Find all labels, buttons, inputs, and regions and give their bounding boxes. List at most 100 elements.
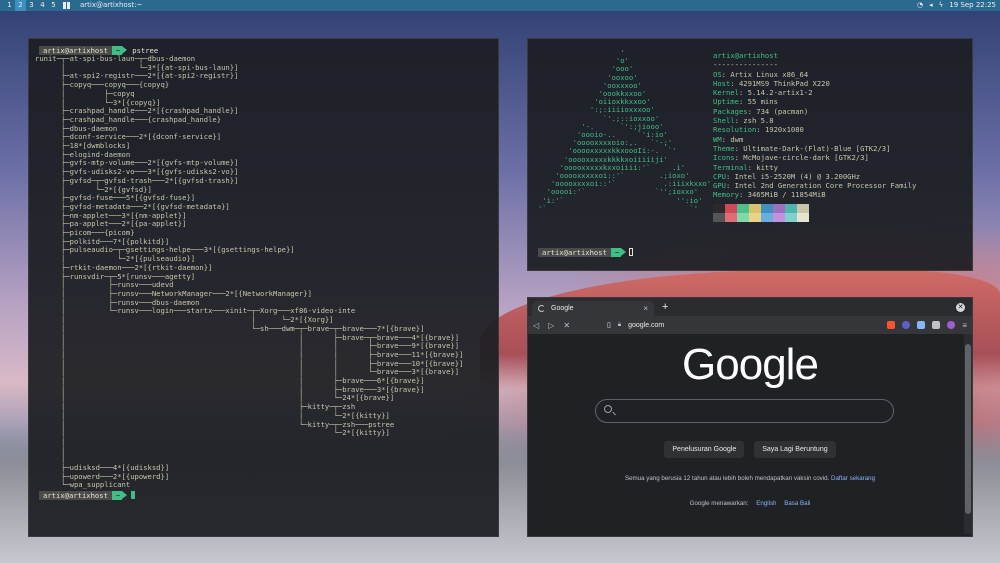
workspace-5[interactable]: 5 — [48, 0, 59, 11]
tab-google[interactable]: Google × — [532, 301, 654, 316]
prompt-dir: ~ — [610, 247, 627, 257]
offered-in-label: Google menawarkan: — [689, 500, 749, 507]
workspace-1[interactable]: 1 — [4, 0, 15, 11]
search-icon — [604, 405, 612, 413]
language-offer: Google menawarkan: English Basa Bali — [528, 500, 972, 507]
avatar[interactable] — [947, 321, 956, 329]
battery-icon: ϟ — [938, 1, 944, 9]
color-swatch — [737, 203, 749, 213]
lang-bali-link[interactable]: Basa Bali — [784, 500, 810, 507]
color-swatch — [713, 203, 725, 213]
info-value: 5.14.2-artix1-2 — [747, 88, 813, 98]
prompt-active: artix@artixhost ~ — [39, 490, 498, 500]
back-icon[interactable]: ◁ — [533, 321, 539, 330]
google-search-button[interactable]: Penelusuran Google — [664, 441, 745, 458]
color-swatch — [761, 203, 773, 213]
browser-window[interactable]: Google × + ✕ ◁ ▷ ✕ ▯ 🔒︎ google.com ≡ Goo… — [527, 297, 973, 537]
color-swatch — [725, 212, 737, 222]
info-row: Icons: McMojave-circle-dark [GTK2/3] — [713, 153, 869, 163]
profile-extension-icon[interactable] — [917, 321, 926, 329]
scrollbar-thumb[interactable] — [965, 344, 971, 514]
info-row: Shell: zsh 5.8 — [713, 116, 774, 126]
bookmark-icon[interactable]: ▯ — [607, 321, 611, 329]
info-row: OS: Artix Linux x86_64 — [713, 69, 809, 79]
new-tab-icon[interactable]: + — [662, 301, 668, 313]
volume-icon: ◂ — [929, 1, 933, 9]
info-key: Icons — [713, 153, 735, 163]
info-value: 3465MiB / 11854MiB — [747, 190, 826, 200]
address-bar[interactable]: ▯ 🔒︎ google.com — [607, 321, 878, 330]
info-value: McMojave-circle-dark [GTK2/3] — [743, 153, 869, 163]
google-homepage: Google Penelusuran Google Saya Lagi Beru… — [528, 334, 972, 534]
status-bar: 1 2 3 4 5 artix@artixhost:~ ◔ ◂ ϟ 19 Sep… — [0, 0, 1000, 11]
info-value: 55 mins — [747, 97, 778, 107]
scrollbar[interactable] — [964, 334, 972, 534]
vaccine-notice: Semua yang berusia 12 tahun atau lebih b… — [528, 475, 972, 482]
extension-icon[interactable] — [902, 321, 911, 329]
color-swatches-top — [713, 203, 916, 213]
prompt-dir: ~ — [111, 490, 128, 500]
info-key: GPU — [713, 181, 726, 191]
info-key: Host — [713, 78, 731, 88]
info-row: Terminal: kitty — [713, 162, 778, 172]
color-swatches-bottom — [713, 212, 916, 222]
info-row: Packages: 734 (pacman) — [713, 106, 809, 116]
info-key: Uptime — [713, 97, 739, 107]
info-value: Ultimate-Dark-(Flat)-Blue [GTK2/3] — [743, 143, 891, 153]
tab-strip: Google × + ✕ — [528, 298, 972, 316]
feeling-lucky-button[interactable]: Saya Lagi Beruntung — [754, 441, 836, 458]
forward-icon[interactable]: ▷ — [548, 321, 554, 330]
terminal-pstree[interactable]: artix@artixhost ~ pstree runit─┬─at-spi-… — [28, 38, 499, 537]
clock: 19 Sep 22:25 — [949, 1, 996, 9]
lock-icon[interactable]: 🔒︎ — [618, 322, 621, 329]
color-swatch — [785, 212, 797, 222]
workspace-list: 1 2 3 4 5 — [4, 0, 59, 11]
info-key: OS — [713, 69, 722, 79]
tab-close-icon[interactable]: × — [643, 304, 648, 313]
info-value: Intel 2nd Generation Core Processor Fami… — [734, 181, 917, 191]
color-swatch — [797, 203, 809, 213]
info-value: 734 (pacman) — [756, 106, 809, 116]
google-logo: Google — [682, 340, 819, 389]
notice-text: Semua yang berusia 12 tahun atau lebih b… — [624, 475, 830, 482]
workspace-2[interactable]: 2 — [15, 0, 26, 11]
lang-english-link[interactable]: English — [756, 500, 776, 507]
info-row: GPU: Intel 2nd Generation Core Processor… — [713, 181, 917, 191]
terminal-neofetch[interactable]: ' 'o' 'ooo' 'ooxoo' 'ooxxxoo' 'oookkxxoo… — [527, 38, 973, 271]
brave-shield-icon[interactable] — [887, 321, 896, 329]
info-value: 1920x1080 — [764, 125, 804, 135]
menu-icon[interactable]: ≡ — [962, 321, 967, 330]
layout-icon[interactable] — [63, 2, 70, 9]
window-close-icon[interactable]: ✕ — [956, 302, 965, 312]
workspace-4[interactable]: 4 — [37, 0, 48, 11]
window-title: artix@artixhost:~ — [80, 1, 143, 9]
workspace-3[interactable]: 3 — [26, 0, 37, 11]
info-value: kitty — [756, 162, 778, 172]
puzzle-icon[interactable] — [932, 321, 941, 329]
info-row: WM: dwm — [713, 134, 744, 144]
system-info: artix@artixhost --------------- OS: Arti… — [713, 51, 916, 222]
info-row: Resolution: 1920x1080 — [713, 125, 804, 135]
info-header: artix@artixhost — [713, 51, 778, 60]
artix-logo-ascii: ' 'o' 'ooo' 'ooxoo' 'ooxxxoo' 'oookkxxoo… — [538, 48, 712, 213]
prompt-active: artix@artixhost ~ — [538, 247, 634, 257]
info-row: Uptime: 55 mins — [713, 97, 778, 107]
info-key: CPU — [713, 171, 726, 181]
info-row: CPU: Intel i5-2520M (4) @ 3.200GHz — [713, 171, 861, 181]
info-value: zsh 5.8 — [743, 116, 774, 126]
url-text[interactable]: google.com — [628, 322, 664, 329]
search-input[interactable] — [595, 399, 894, 423]
stop-icon[interactable]: ✕ — [563, 321, 570, 330]
loading-icon — [538, 305, 545, 312]
info-key: Kernel — [713, 88, 739, 98]
info-row: Host: 4291MS9 ThinkPad X220 — [713, 78, 830, 88]
text-cursor — [131, 491, 136, 500]
register-link[interactable]: Daftar sekarang — [831, 475, 875, 482]
text-cursor — [629, 248, 634, 256]
browser-toolbar: ◁ ▷ ✕ ▯ 🔒︎ google.com ≡ — [528, 316, 972, 334]
info-key: Terminal — [713, 162, 748, 172]
info-row: Memory: 3465MiB / 11854MiB — [713, 190, 826, 200]
color-swatch — [773, 203, 785, 213]
color-swatch — [773, 212, 785, 222]
color-swatch — [713, 212, 725, 222]
